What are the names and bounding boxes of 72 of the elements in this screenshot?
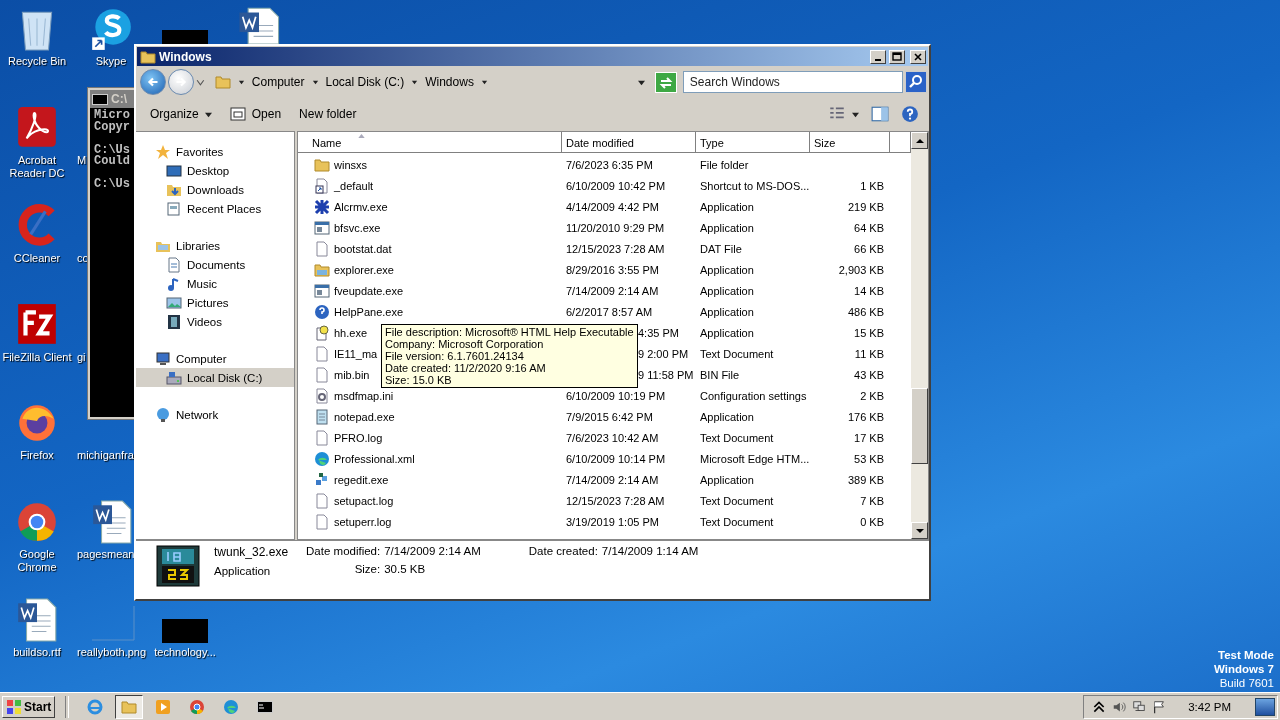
file-name: twunk_32.exe bbox=[214, 545, 289, 559]
size-cell: 389 KB bbox=[847, 473, 884, 486]
date-cell: 7/14/2009 2:14 AM bbox=[566, 284, 659, 297]
field-value: 7/14/2009 1:14 AM bbox=[601, 545, 699, 557]
system-notice: Build 7601 bbox=[1219, 676, 1274, 690]
date-cell: 9 2:00 PM bbox=[638, 347, 689, 360]
type-cell: BIN File bbox=[700, 368, 740, 381]
type-cell: Configuration settings bbox=[700, 389, 807, 402]
size-cell: 64 KB bbox=[854, 221, 884, 234]
file-type: Application bbox=[214, 565, 272, 577]
date-cell: 6/10/2009 10:14 PM bbox=[566, 452, 666, 465]
console-line: C:\Us bbox=[94, 144, 130, 156]
type-cell: Text Document bbox=[700, 515, 774, 528]
type-cell: Application bbox=[700, 263, 754, 276]
size-cell: 11 KB bbox=[854, 347, 884, 360]
date-cell: 4:35 PM bbox=[638, 326, 679, 339]
type-cell: File folder bbox=[700, 158, 749, 171]
date-cell: 6/2/2017 8:57 AM bbox=[566, 305, 653, 318]
date-cell: 6/10/2009 10:42 PM bbox=[566, 179, 666, 192]
type-cell: Shortcut to MS-DOS... bbox=[700, 179, 810, 192]
size-cell: 0 KB bbox=[860, 515, 884, 528]
type-cell: Application bbox=[700, 473, 754, 486]
system-notice: Test Mode bbox=[1218, 648, 1274, 662]
type-cell: Text Document bbox=[700, 494, 774, 507]
console-line: Micro bbox=[94, 110, 130, 122]
field-value: 7/14/2009 2:14 AM bbox=[384, 545, 481, 557]
size-cell: 1 KB bbox=[860, 179, 884, 192]
size-cell: 15 KB bbox=[854, 326, 884, 339]
date-cell: 7/6/2023 6:35 PM bbox=[566, 158, 653, 171]
date-cell: 4/14/2009 4:42 PM bbox=[566, 200, 659, 213]
size-cell: 17 KB bbox=[854, 431, 884, 444]
type-cell: Microsoft Edge HTM... bbox=[700, 452, 810, 465]
size-cell: 66 KB bbox=[854, 242, 884, 255]
size-cell: 53 KB bbox=[854, 452, 884, 465]
date-cell: 7/14/2009 2:14 AM bbox=[566, 473, 659, 486]
date-cell: 12/15/2023 7:28 AM bbox=[566, 242, 665, 255]
type-cell: Application bbox=[700, 410, 754, 423]
date-cell: 6/10/2009 10:19 PM bbox=[566, 389, 666, 402]
size-cell: 486 KB bbox=[847, 305, 884, 318]
size-cell: 43 KB bbox=[854, 368, 884, 381]
type-cell: Application bbox=[700, 284, 754, 297]
field-value: 30.5 KB bbox=[384, 563, 427, 575]
field-label: Size: bbox=[353, 563, 381, 575]
tooltip: File description: Microsoft® HTML Help Executable Company: Microsoft Corporation File version: 6.1.7601.24134 Date created: 11/2/2020 9:16 AM Size: 15.0 KB bbox=[381, 324, 638, 388]
type-cell: Text Document bbox=[700, 431, 774, 444]
size-cell: 176 KB bbox=[847, 410, 884, 423]
date-cell: 7/9/2015 6:42 PM bbox=[566, 410, 653, 423]
system-notice: Windows 7 bbox=[1214, 662, 1274, 676]
size-cell: 219 KB bbox=[847, 200, 884, 213]
window-title: Windows bbox=[159, 49, 212, 64]
console-line: Could bbox=[94, 156, 130, 168]
type-cell: Application bbox=[700, 200, 754, 213]
size-cell: 2 KB bbox=[860, 389, 884, 402]
console-line: C:\Us bbox=[94, 179, 130, 191]
type-cell: Application bbox=[700, 305, 754, 318]
date-cell: 7/6/2023 10:42 AM bbox=[566, 431, 659, 444]
console-line: Copyr bbox=[94, 121, 130, 133]
date-cell: 12/15/2023 7:28 AM bbox=[566, 494, 665, 507]
date-cell: 8/29/2016 3:55 PM bbox=[566, 263, 659, 276]
field-label: Date modified: bbox=[306, 545, 381, 557]
type-cell: Application bbox=[700, 221, 754, 234]
field-label: Date created: bbox=[528, 545, 598, 557]
type-cell: Application bbox=[700, 326, 754, 339]
size-cell: 14 KB bbox=[854, 284, 884, 297]
type-cell: DAT File bbox=[700, 242, 742, 255]
date-cell: 11/20/2010 9:29 PM bbox=[566, 221, 665, 234]
size-cell: 7 KB bbox=[860, 494, 884, 507]
date-cell: 3/19/2019 1:05 PM bbox=[566, 515, 659, 528]
date-cell: 9 11:58 PM bbox=[638, 368, 694, 381]
window-title: C:\ bbox=[111, 92, 127, 106]
type-cell: Text Document bbox=[700, 347, 774, 360]
size-cell: 2,903 KB bbox=[838, 263, 884, 276]
